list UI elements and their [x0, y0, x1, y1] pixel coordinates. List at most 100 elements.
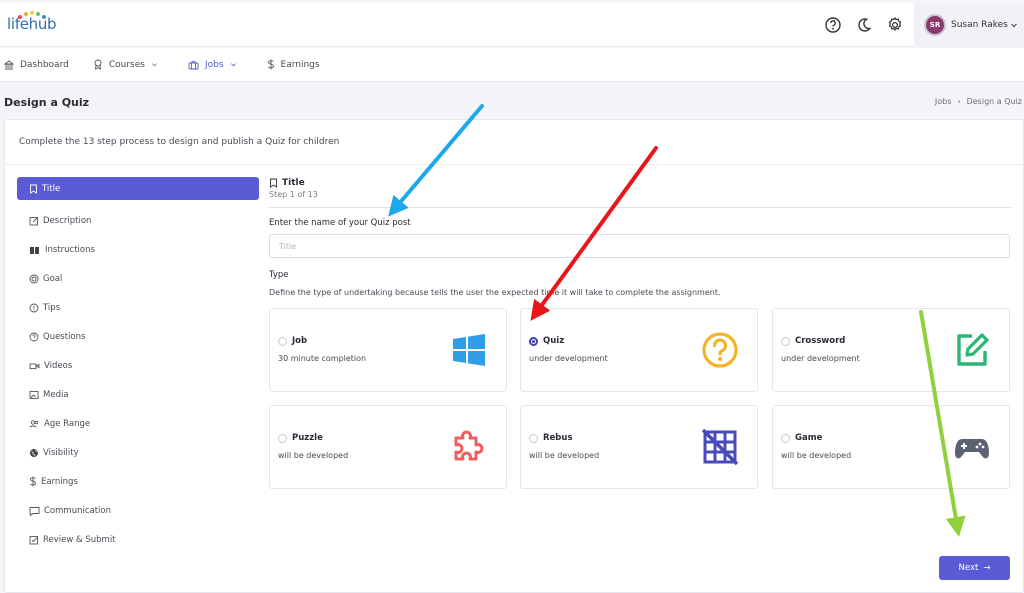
option-name: Job: [292, 336, 308, 346]
chevron-down-icon: [151, 63, 157, 67]
step-communication[interactable]: Communication: [17, 496, 259, 525]
option-name: Game: [795, 433, 823, 443]
radio-crossword[interactable]: [781, 337, 790, 346]
step-questions[interactable]: Questions: [17, 322, 259, 351]
image-icon: [29, 390, 39, 399]
step-label: Goal: [43, 273, 63, 284]
option-name: Quiz: [543, 336, 565, 346]
step-label: Review & Submit: [43, 534, 116, 545]
nav-courses[interactable]: Courses: [93, 59, 164, 70]
globe-icon: [30, 448, 38, 457]
type-options: Job 30 minute completion Quiz under deve…: [269, 308, 1011, 489]
briefcase-icon: [188, 60, 199, 69]
step-earnings[interactable]: Earnings: [17, 467, 259, 496]
breadcrumb-current: Design a Quiz: [966, 97, 1022, 106]
dark-mode-moon-icon[interactable]: [855, 16, 873, 34]
option-desc: will be developed: [781, 451, 852, 460]
dollar-icon: [267, 59, 274, 70]
top-bar: lifehub SR Susan Rakes: [0, 3, 1024, 47]
settings-gear-icon[interactable]: [886, 16, 904, 34]
option-desc: under development: [781, 354, 860, 363]
nav-earnings[interactable]: Earnings: [267, 59, 320, 70]
quiz-name-label: Enter the name of your Quiz post: [269, 218, 411, 228]
dollar-icon: [29, 476, 36, 487]
user-name: Susan Rakes: [951, 20, 1008, 30]
wizard-intro: Complete the 13 step process to design a…: [5, 120, 1023, 165]
step-label: Title: [42, 183, 61, 194]
section-title: Title: [269, 178, 1011, 188]
award-icon: [94, 59, 102, 70]
radio-rebus[interactable]: [529, 434, 538, 443]
option-crossword[interactable]: Crossword under development: [772, 308, 1010, 392]
wizard-intro-text: Complete the 13 step process to design a…: [19, 137, 340, 147]
option-desc: will be developed: [278, 451, 349, 460]
step-label: Tips: [43, 302, 61, 313]
lifehub-logo[interactable]: lifehub: [7, 11, 57, 33]
step-goal[interactable]: Goal: [17, 264, 259, 293]
gamepad-icon: [955, 439, 989, 459]
page-title: Design a Quiz: [4, 96, 90, 109]
option-desc: 30 minute completion: [278, 354, 367, 363]
option-rebus[interactable]: Rebus will be developed: [520, 405, 758, 489]
step-age-range[interactable]: Age Range: [17, 409, 259, 438]
nav-dashboard-label: Dashboard: [20, 59, 69, 70]
windows-icon: [453, 334, 485, 366]
nav-courses-label: Courses: [108, 59, 145, 70]
help-icon[interactable]: [824, 16, 842, 34]
breadcrumb-separator: ›: [957, 97, 961, 106]
bookmark-icon: [270, 178, 277, 188]
option-name: Puzzle: [292, 433, 323, 443]
book-open-icon: [30, 246, 39, 254]
step-label: Instructions: [45, 244, 95, 255]
section-title-text: Title: [282, 178, 305, 188]
option-job[interactable]: Job 30 minute completion: [269, 308, 507, 392]
step-videos[interactable]: Videos: [17, 351, 259, 380]
step-label: Visibility: [43, 447, 79, 458]
puzzle-icon: [454, 430, 484, 461]
radio-quiz-selected[interactable]: [529, 337, 538, 346]
quiz-title-input[interactable]: [269, 234, 1010, 258]
step-media[interactable]: Media: [17, 380, 259, 409]
nav-dashboard[interactable]: Dashboard: [4, 60, 69, 70]
nav-earnings-label: Earnings: [280, 59, 320, 70]
info-circle-icon: [29, 303, 39, 312]
target-icon: [29, 274, 39, 283]
step-visibility[interactable]: Visibility: [17, 438, 259, 467]
bookmark-icon: [30, 184, 37, 194]
wizard-card: Complete the 13 step process to design a…: [4, 119, 1024, 593]
next-button[interactable]: Next →: [939, 556, 1010, 580]
step-title[interactable]: Title: [17, 177, 259, 200]
radio-game[interactable]: [781, 434, 790, 443]
arrow-right-icon: →: [983, 563, 991, 573]
edit-icon: [29, 216, 38, 225]
radio-puzzle[interactable]: [278, 434, 287, 443]
radio-job[interactable]: [278, 337, 287, 346]
step-label: Earnings: [41, 476, 78, 487]
step-description[interactable]: Description: [17, 206, 259, 235]
nav-jobs-label: Jobs: [204, 59, 224, 70]
nav-jobs[interactable]: Jobs: [188, 60, 243, 70]
breadcrumb: Jobs › Design a Quiz: [935, 97, 1022, 106]
logo-dots-icon: [18, 11, 46, 19]
step-instructions[interactable]: Instructions: [17, 235, 259, 264]
step-label: Description: [43, 215, 92, 226]
option-name: Rebus: [543, 433, 573, 443]
option-desc: under development: [529, 354, 608, 363]
video-camera-icon: [29, 363, 40, 369]
step-label: Media: [43, 389, 69, 400]
step-form: Title Step 1 of 13 Enter the name of you…: [269, 178, 1011, 489]
option-game[interactable]: Game will be developed: [772, 405, 1010, 489]
next-button-label: Next: [958, 563, 979, 573]
chevron-down-icon: [1011, 23, 1017, 28]
users-icon: [29, 419, 39, 428]
option-quiz[interactable]: Quiz under development: [520, 308, 758, 392]
step-tips[interactable]: Tips: [17, 293, 259, 322]
avatar: SR: [924, 14, 946, 36]
breadcrumb-jobs[interactable]: Jobs: [935, 97, 952, 106]
question-circle-icon: [702, 332, 738, 368]
option-puzzle[interactable]: Puzzle will be developed: [269, 405, 507, 489]
step-label: Age Range: [44, 418, 91, 429]
user-menu[interactable]: SR Susan Rakes: [914, 3, 1024, 47]
step-review-submit[interactable]: Review & Submit: [17, 525, 259, 554]
step-label: Videos: [44, 360, 73, 371]
